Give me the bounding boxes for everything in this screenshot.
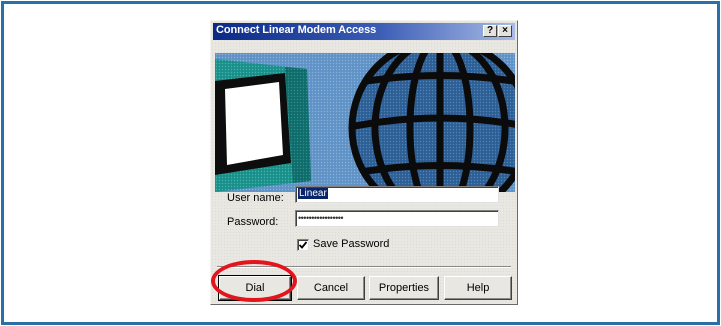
save-password-checkbox[interactable] xyxy=(297,239,309,251)
password-value: ••••••••••••••••• xyxy=(298,213,344,223)
properties-button[interactable]: Properties xyxy=(369,276,439,300)
close-title-button[interactable]: × xyxy=(498,25,512,37)
title-bar[interactable]: Connect Linear Modem Access ? × xyxy=(213,23,515,40)
save-password-label[interactable]: Save Password xyxy=(313,238,389,250)
username-input[interactable]: Linear xyxy=(295,186,499,203)
cancel-button[interactable]: Cancel xyxy=(297,276,365,300)
password-label: Password: xyxy=(227,216,279,228)
globe-icon xyxy=(348,53,515,192)
window-title: Connect Linear Modem Access xyxy=(216,24,377,36)
checkmark-icon xyxy=(298,241,308,249)
dial-highlight-ring xyxy=(211,260,297,302)
dialup-banner-image xyxy=(215,53,515,192)
computer-globe-illustration xyxy=(215,53,515,192)
username-value: Linear xyxy=(298,188,328,199)
password-input[interactable]: ••••••••••••••••• xyxy=(295,210,499,227)
monitor-screen-icon xyxy=(225,82,283,165)
help-title-button[interactable]: ? xyxy=(483,25,497,37)
help-button[interactable]: Help xyxy=(444,276,512,300)
username-label: User name: xyxy=(227,192,284,204)
